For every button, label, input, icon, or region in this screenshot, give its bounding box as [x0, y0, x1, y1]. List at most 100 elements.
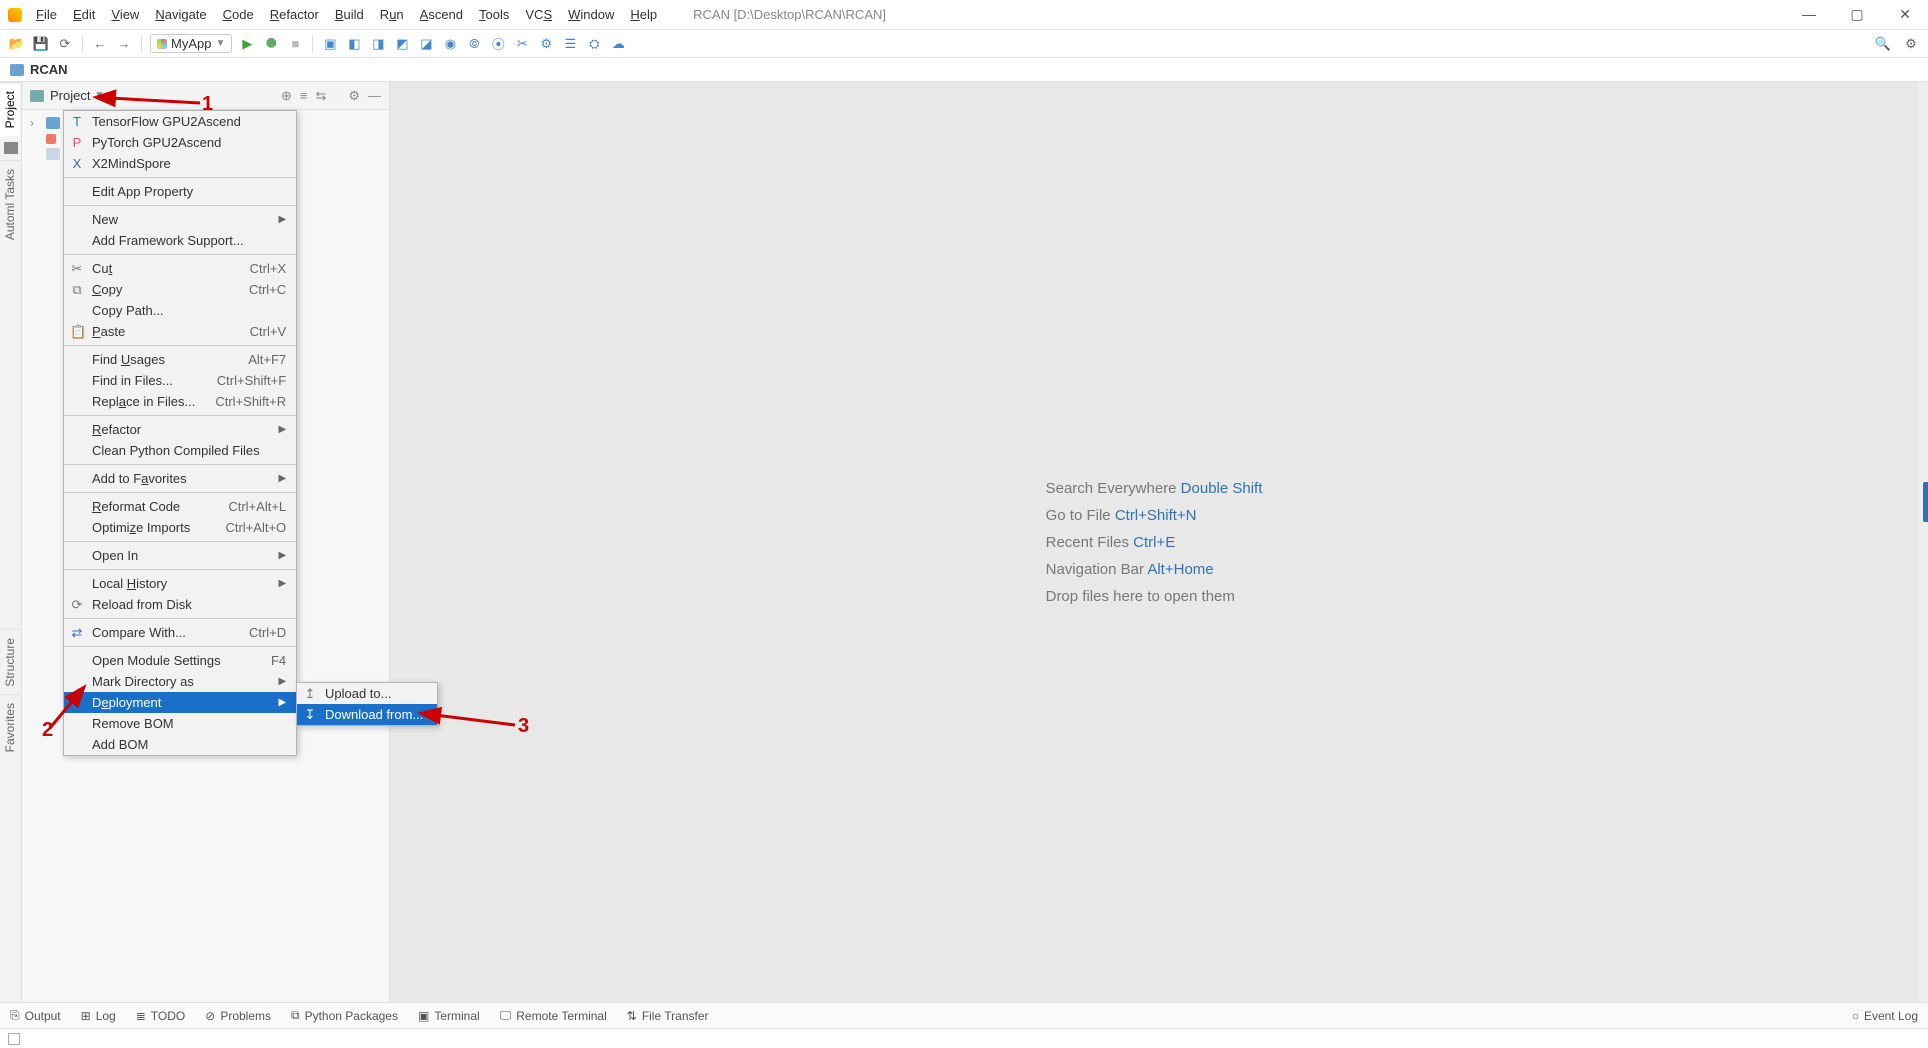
menu-code[interactable]: Code — [217, 5, 260, 24]
menu-ascend[interactable]: Ascend — [414, 5, 469, 24]
menu-navigate[interactable]: Navigate — [149, 5, 212, 24]
back-icon[interactable]: ← — [91, 35, 109, 53]
ctx-copy-path[interactable]: Copy Path... — [64, 300, 296, 321]
ctx-cut[interactable]: ✂CutCtrl+X — [64, 258, 296, 279]
tb-icon-3[interactable]: ◨ — [369, 35, 387, 53]
compare-icon: ⇄ — [70, 625, 84, 641]
tab-output[interactable]: ⎘Output — [10, 1008, 61, 1023]
panel-hide-icon[interactable]: — — [368, 88, 381, 104]
window-maximize[interactable]: ▢ — [1842, 6, 1872, 23]
menu-run[interactable]: Run — [374, 5, 410, 24]
window-minimize[interactable]: — — [1794, 6, 1824, 23]
project-panel-title[interactable]: Project — [50, 88, 90, 103]
window-close[interactable]: ✕ — [1890, 6, 1920, 23]
ctx-download-from[interactable]: ↧Download from... — [297, 704, 437, 725]
ctx-open-module[interactable]: Open Module SettingsF4 — [64, 650, 296, 671]
menu-vcs[interactable]: VCS — [519, 5, 558, 24]
tab-pypkg[interactable]: ⧉Python Packages — [291, 1008, 398, 1023]
tb-icon-11[interactable]: ☰ — [561, 35, 579, 53]
tab-filetransfer[interactable]: ⇅File Transfer — [627, 1009, 709, 1023]
panel-settings-icon[interactable]: ⚙ — [348, 88, 360, 104]
stop-icon[interactable]: ■ — [286, 35, 304, 53]
ctx-add-bom[interactable]: Add BOM — [64, 734, 296, 755]
ctx-upload-to[interactable]: ↥Upload to... — [297, 683, 437, 704]
tb-icon-12[interactable]: ⛭ — [585, 35, 603, 53]
statusbar-toggle[interactable] — [8, 1033, 20, 1045]
menu-edit[interactable]: Edit — [67, 5, 101, 24]
ctx-copy[interactable]: ⧉CopyCtrl+C — [64, 279, 296, 300]
ctx-local-history[interactable]: Local History▶ — [64, 573, 296, 594]
tab-problems[interactable]: ⊘Problems — [205, 1009, 271, 1023]
ctx-x2mind[interactable]: XX2MindSpore — [64, 153, 296, 174]
tab-structure[interactable]: Structure — [0, 629, 20, 695]
tab-eventlog[interactable]: ○Event Log — [1852, 1009, 1918, 1023]
ctx-deployment[interactable]: Deployment▶ — [64, 692, 296, 713]
tab-favorites[interactable]: Favorites — [0, 694, 20, 760]
project-view-dropdown[interactable]: ▼ — [94, 90, 104, 101]
menu-view[interactable]: View — [105, 5, 145, 24]
tb-icon-5[interactable]: ◪ — [417, 35, 435, 53]
tb-icon-4[interactable]: ◩ — [393, 35, 411, 53]
collapse-icon[interactable]: ⇆ — [315, 88, 326, 104]
tab-todo[interactable]: ≣TODO — [136, 1009, 186, 1023]
pt-icon: P — [70, 135, 84, 150]
ctx-find-in-files[interactable]: Find in Files...Ctrl+Shift+F — [64, 370, 296, 391]
ctx-pt-ascend[interactable]: PPyTorch GPU2Ascend — [64, 132, 296, 153]
forward-icon[interactable]: → — [115, 35, 133, 53]
tb-icon-2[interactable]: ◧ — [345, 35, 363, 53]
tab-project[interactable]: Project — [0, 82, 20, 136]
editor-area[interactable]: Search Everywhere Double Shift Go to Fil… — [390, 82, 1918, 1002]
ctx-mark-directory[interactable]: Mark Directory as▶ — [64, 671, 296, 692]
ctx-edit-app[interactable]: Edit App Property — [64, 181, 296, 202]
run-icon[interactable]: ▶ — [238, 35, 256, 53]
filetransfer-icon: ⇅ — [627, 1009, 637, 1023]
ctx-remove-bom[interactable]: Remove BOM — [64, 713, 296, 734]
menu-build[interactable]: Build — [329, 5, 370, 24]
ctx-paste[interactable]: 📋PasteCtrl+V — [64, 321, 296, 342]
search-icon[interactable]: 🔍 — [1874, 35, 1892, 53]
menu-tools[interactable]: Tools — [473, 5, 515, 24]
ctx-tf-ascend[interactable]: TTensorFlow GPU2Ascend — [64, 111, 296, 132]
open-icon[interactable]: 📂 — [8, 35, 26, 53]
debug-icon[interactable]: ⯃ — [262, 35, 280, 53]
save-all-icon[interactable]: 💾 — [32, 35, 50, 53]
tb-icon-13[interactable]: ☁ — [609, 35, 627, 53]
tab-automl[interactable]: Automl Tasks — [0, 160, 20, 248]
ctx-refactor[interactable]: Refactor▶ — [64, 419, 296, 440]
ctx-add-favorites[interactable]: Add to Favorites▶ — [64, 468, 296, 489]
menu-help[interactable]: Help — [624, 5, 663, 24]
tab-terminal[interactable]: ▣Terminal — [418, 1009, 480, 1023]
ctx-optimize-imports[interactable]: Optimize ImportsCtrl+Alt+O — [64, 517, 296, 538]
sync-icon[interactable]: ⟳ — [56, 35, 74, 53]
menu-refactor[interactable]: Refactor — [264, 5, 325, 24]
menu-file[interactable]: FFileile — [30, 5, 63, 24]
ctx-new[interactable]: New▶ — [64, 209, 296, 230]
ctx-add-framework[interactable]: Add Framework Support... — [64, 230, 296, 251]
target-icon[interactable]: ⊕ — [281, 88, 292, 104]
right-gutter-handle[interactable] — [1923, 482, 1928, 522]
tab-log[interactable]: ⊞Log — [81, 1009, 116, 1023]
gutter-icon[interactable] — [4, 142, 18, 154]
tb-icon-1[interactable]: ▣ — [321, 35, 339, 53]
ctx-find-usages[interactable]: Find UsagesAlt+F7 — [64, 349, 296, 370]
ctx-clean-pyc[interactable]: Clean Python Compiled Files — [64, 440, 296, 461]
run-config-selector[interactable]: MyApp ▼ — [150, 34, 232, 53]
ctx-reformat[interactable]: Reformat CodeCtrl+Alt+L — [64, 496, 296, 517]
ctx-compare[interactable]: ⇄Compare With...Ctrl+D — [64, 622, 296, 643]
tab-remote-terminal[interactable]: 🖵Remote Terminal — [500, 1008, 607, 1023]
tb-icon-6[interactable]: ◉ — [441, 35, 459, 53]
main-menu: FFileile Edit View Navigate Code Refacto… — [30, 5, 663, 24]
reload-icon: ⟳ — [70, 597, 84, 613]
menu-window[interactable]: Window — [562, 5, 620, 24]
project-panel-header: Project ▼ ⊕ ≡ ⇆ ⚙ — — [22, 82, 389, 110]
breadcrumb-root[interactable]: RCAN — [30, 62, 68, 77]
tb-icon-7[interactable]: ⦾ — [465, 35, 483, 53]
tb-icon-8[interactable]: ⦿ — [489, 35, 507, 53]
ctx-open-in[interactable]: Open In▶ — [64, 545, 296, 566]
settings-icon[interactable]: ⚙ — [1902, 35, 1920, 53]
tb-icon-9[interactable]: ✂ — [513, 35, 531, 53]
ctx-replace-in-files[interactable]: Replace in Files...Ctrl+Shift+R — [64, 391, 296, 412]
ctx-reload[interactable]: ⟳Reload from Disk — [64, 594, 296, 615]
tb-icon-10[interactable]: ⚙ — [537, 35, 555, 53]
expand-icon[interactable]: ≡ — [300, 88, 308, 104]
